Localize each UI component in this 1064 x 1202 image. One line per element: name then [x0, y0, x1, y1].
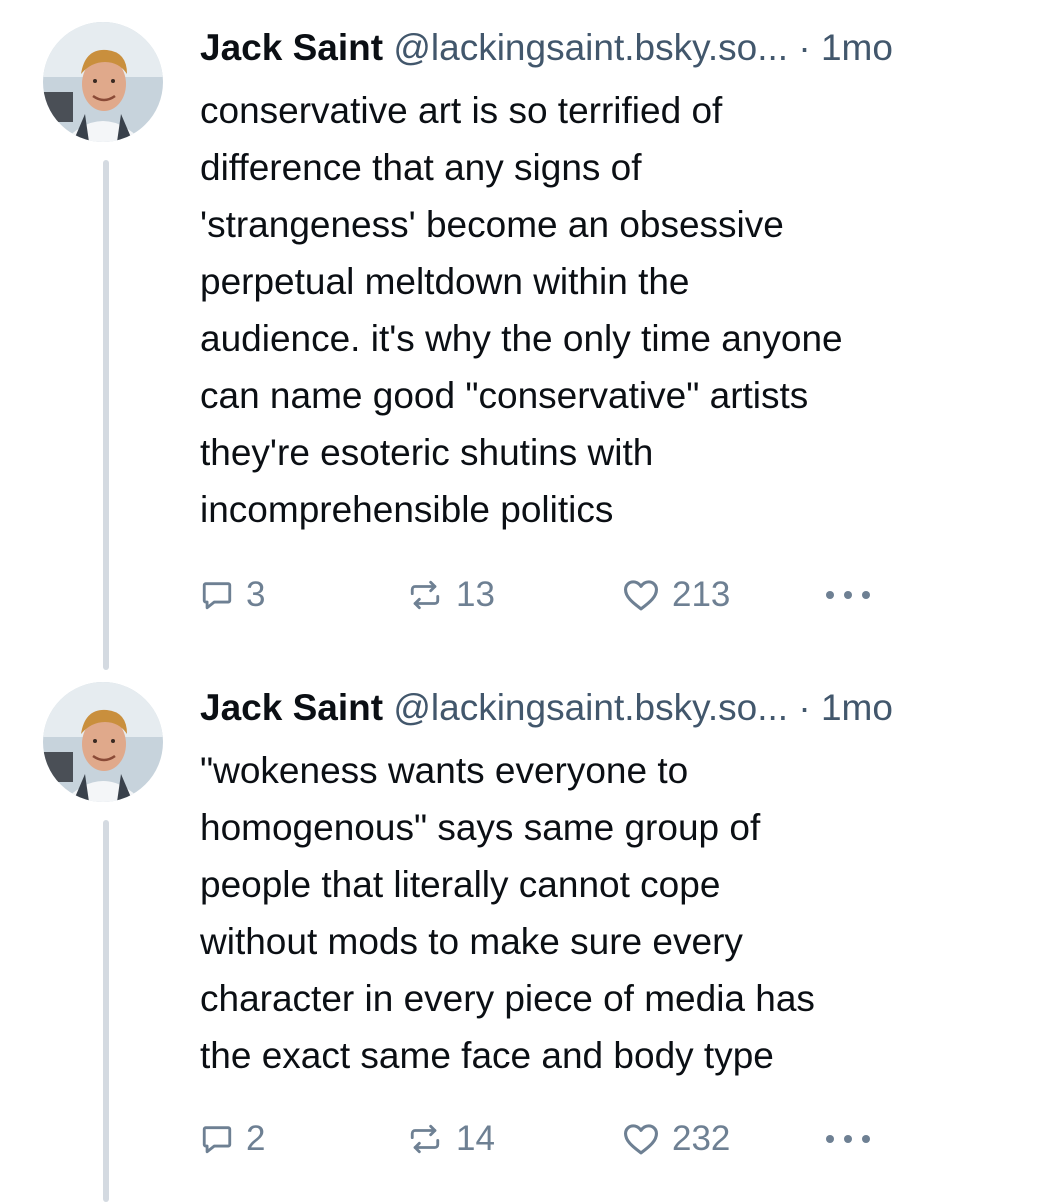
repost-arrows-icon [410, 1124, 440, 1154]
post-time[interactable]: 1mo [821, 27, 893, 68]
more-dots-icon [826, 1135, 870, 1143]
more-options-button[interactable] [822, 570, 874, 620]
repost-button[interactable]: 13 [406, 570, 495, 620]
thread-line-bottom [103, 820, 109, 1202]
thread-line-top [103, 160, 109, 670]
like-count: 213 [672, 575, 731, 614]
repost-count: 14 [456, 1119, 495, 1158]
repost-count: 13 [456, 575, 495, 614]
avatar[interactable] [43, 682, 163, 802]
author-handle[interactable]: @lackingsaint.bsky.so... [393, 27, 788, 68]
more-options-button[interactable] [822, 1114, 874, 1164]
more-dots-icon [826, 591, 870, 599]
separator-dot: · [798, 687, 811, 728]
post-header: Jack Saint @lackingsaint.bsky.so... · 1m… [200, 26, 1034, 70]
post-time[interactable]: 1mo [821, 687, 893, 728]
like-button[interactable]: 232 [622, 1114, 730, 1164]
post-header: Jack Saint @lackingsaint.bsky.so... · 1m… [200, 686, 1034, 730]
post-content: Jack Saint @lackingsaint.bsky.so... · 1m… [200, 26, 1034, 538]
reply-count: 2 [246, 1119, 266, 1158]
reply-button[interactable]: 2 [200, 1114, 265, 1164]
heart-outline-icon [624, 1124, 658, 1155]
repost-arrows-icon [410, 580, 440, 610]
reply-count: 3 [246, 575, 266, 614]
heart-outline-icon [624, 580, 658, 611]
avatar-photo [43, 22, 163, 142]
reply-button[interactable]: 3 [200, 570, 265, 620]
speech-bubble-icon [202, 1126, 232, 1154]
post-content: Jack Saint @lackingsaint.bsky.so... · 1m… [200, 686, 1034, 1084]
post-text: "wokeness wants everyone to homogenous" … [200, 750, 815, 1076]
like-count: 232 [672, 1119, 731, 1158]
author-name[interactable]: Jack Saint [200, 687, 383, 728]
like-button[interactable]: 213 [622, 570, 730, 620]
author-name[interactable]: Jack Saint [200, 27, 383, 68]
speech-bubble-icon [202, 582, 232, 610]
avatar-photo [43, 682, 163, 802]
avatar[interactable] [43, 22, 163, 142]
repost-button[interactable]: 14 [406, 1114, 495, 1164]
separator-dot: · [798, 27, 811, 68]
post-text: conservative art is so terrified of diff… [200, 90, 843, 530]
author-handle[interactable]: @lackingsaint.bsky.so... [393, 687, 788, 728]
